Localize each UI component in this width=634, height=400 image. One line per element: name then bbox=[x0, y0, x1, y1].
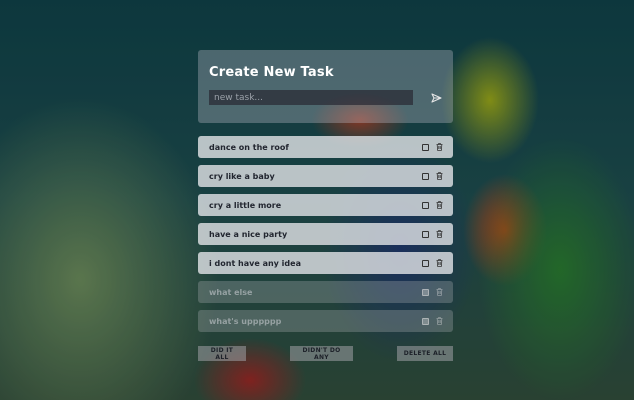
complete-checkbox[interactable] bbox=[422, 259, 429, 267]
task-label: cry a little more bbox=[209, 200, 282, 210]
task-label: have a nice party bbox=[209, 229, 288, 239]
send-icon bbox=[430, 93, 442, 103]
trash-icon bbox=[436, 172, 442, 180]
complete-checkbox[interactable] bbox=[422, 172, 429, 180]
delete-button[interactable] bbox=[435, 288, 443, 297]
trash-icon bbox=[436, 230, 442, 238]
task-item-completed: what's upppppp bbox=[198, 310, 453, 332]
task-item: cry like a baby bbox=[198, 165, 453, 187]
trash-icon bbox=[436, 259, 442, 267]
trash-icon bbox=[436, 143, 442, 151]
task-label: dance on the roof bbox=[209, 142, 289, 152]
complete-checkbox[interactable] bbox=[422, 201, 429, 209]
send-button[interactable] bbox=[428, 90, 444, 106]
task-item: have a nice party bbox=[198, 223, 453, 245]
delete-button[interactable] bbox=[435, 172, 443, 181]
trash-icon bbox=[436, 288, 442, 296]
create-task-card: Create New Task bbox=[198, 50, 453, 123]
delete-button[interactable] bbox=[435, 201, 443, 210]
complete-checkbox[interactable] bbox=[422, 288, 429, 296]
new-task-input[interactable] bbox=[209, 90, 413, 105]
task-label: what's upppppp bbox=[209, 316, 282, 326]
task-item-completed: what else bbox=[198, 281, 453, 303]
didnt-do-any-button[interactable]: DIDN'T DO ANY bbox=[290, 346, 353, 361]
task-item: i dont have any idea bbox=[198, 252, 453, 274]
page-title: Create New Task bbox=[209, 65, 334, 80]
delete-button[interactable] bbox=[435, 259, 443, 268]
complete-checkbox[interactable] bbox=[422, 230, 429, 238]
task-label: what else bbox=[209, 287, 253, 297]
delete-button[interactable] bbox=[435, 317, 443, 326]
task-label: cry like a baby bbox=[209, 171, 275, 181]
trash-icon bbox=[436, 201, 442, 209]
trash-icon bbox=[436, 317, 442, 325]
delete-all-button[interactable]: DELETE ALL bbox=[397, 346, 453, 361]
delete-button[interactable] bbox=[435, 230, 443, 239]
task-item: dance on the roof bbox=[198, 136, 453, 158]
complete-checkbox[interactable] bbox=[422, 317, 429, 325]
complete-checkbox[interactable] bbox=[422, 143, 429, 151]
task-item: cry a little more bbox=[198, 194, 453, 216]
task-label: i dont have any idea bbox=[209, 258, 301, 268]
did-it-all-button[interactable]: DID IT ALL bbox=[198, 346, 246, 361]
delete-button[interactable] bbox=[435, 143, 443, 152]
